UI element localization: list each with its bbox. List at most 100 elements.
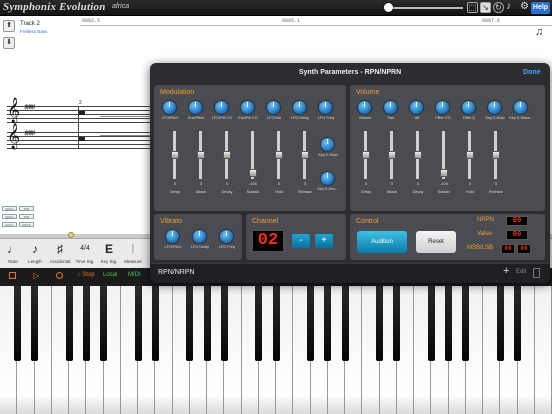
black-key[interactable]: [186, 286, 194, 361]
track-instrument[interactable]: Fretless Bass: [20, 29, 47, 34]
track-button[interactable]: TRK: [19, 206, 34, 211]
top-bar: Symphonix Evolution africa ⬚ ↘ ↻ ♪ ⚙ Hel…: [0, 0, 552, 16]
volume-slider-track[interactable]: [385, 7, 463, 9]
score-note-icon[interactable]: ♫: [535, 26, 543, 38]
record-icon[interactable]: [56, 272, 63, 279]
black-key[interactable]: [220, 286, 228, 361]
black-key[interactable]: [203, 286, 211, 361]
fader-handle[interactable]: [300, 151, 309, 159]
fader-handle[interactable]: [439, 169, 448, 177]
track-up-button[interactable]: ⬆: [3, 20, 15, 32]
lsb-display[interactable]: 00: [517, 244, 531, 254]
fader-handle[interactable]: [222, 151, 231, 159]
mute-button[interactable]: MUTE: [19, 222, 34, 227]
fader-handle[interactable]: [413, 151, 422, 159]
done-button[interactable]: Done: [523, 69, 541, 76]
fader-handle[interactable]: [196, 151, 205, 159]
knob[interactable]: [166, 230, 179, 243]
audition-button[interactable]: Audition: [357, 231, 407, 253]
solo-button[interactable]: SOLO: [2, 206, 17, 211]
knob[interactable]: [319, 101, 332, 114]
black-key[interactable]: [445, 286, 452, 361]
key-e-hold-knob[interactable]: [321, 138, 334, 151]
app-title: Symphonix Evolution: [3, 1, 106, 13]
channel-section: Channel 02 - +: [246, 214, 346, 260]
trash-icon[interactable]: [533, 268, 540, 278]
black-key[interactable]: [324, 286, 332, 361]
white-key[interactable]: [534, 286, 552, 414]
palette-measure[interactable]: 𝄀 Measure: [120, 239, 146, 269]
knob[interactable]: [514, 101, 527, 114]
black-key[interactable]: [134, 286, 142, 361]
fader-handle[interactable]: [274, 151, 283, 159]
black-key[interactable]: [31, 286, 38, 361]
black-key[interactable]: [151, 286, 159, 361]
fader-handle[interactable]: [248, 169, 257, 177]
song-title[interactable]: africa: [112, 3, 129, 10]
add-icon[interactable]: +: [503, 265, 509, 277]
black-key[interactable]: [393, 286, 401, 361]
palette-length[interactable]: ♪ Length: [22, 239, 48, 269]
export-icon[interactable]: ⬚: [467, 2, 478, 13]
stop-button[interactable]: ○ Stop: [77, 272, 95, 278]
midi-toggle[interactable]: MIDI: [128, 272, 141, 278]
black-key[interactable]: [82, 286, 90, 361]
palette-time-signature[interactable]: 4/4 Time Sig.: [72, 239, 98, 269]
play-icon[interactable]: ▷: [33, 271, 39, 280]
fader-handle[interactable]: [491, 151, 500, 159]
edit-button[interactable]: Edit: [516, 269, 526, 275]
fader-handle[interactable]: [465, 151, 474, 159]
knob[interactable]: [267, 101, 280, 114]
reset-button[interactable]: Reset: [416, 231, 456, 253]
black-key[interactable]: [65, 286, 73, 361]
channel-plus-button[interactable]: +: [315, 234, 333, 248]
palette-accidental[interactable]: ♯ Accidental: [47, 239, 73, 269]
solo-button[interactable]: SOLO: [2, 222, 17, 227]
knob[interactable]: [384, 101, 397, 114]
fader-handle[interactable]: [387, 151, 396, 159]
note-input-icon[interactable]: ↘: [480, 2, 491, 13]
black-key[interactable]: [427, 286, 435, 361]
msb-display[interactable]: 00: [501, 244, 515, 254]
knob[interactable]: [220, 230, 233, 243]
channel-minus-button[interactable]: -: [292, 234, 310, 248]
local-toggle[interactable]: Local: [103, 272, 117, 278]
black-key[interactable]: [376, 286, 383, 361]
black-key[interactable]: [255, 286, 263, 361]
knob[interactable]: [410, 101, 423, 114]
knob[interactable]: [241, 101, 254, 114]
track-button[interactable]: TRK: [19, 214, 34, 219]
help-button[interactable]: Help: [531, 2, 550, 14]
value-display[interactable]: 00: [506, 230, 528, 240]
solo-button[interactable]: SOLO: [2, 214, 17, 219]
black-key[interactable]: [341, 286, 349, 361]
black-key[interactable]: [307, 286, 314, 361]
note-cluster[interactable]: [100, 116, 150, 136]
knob[interactable]: [293, 101, 306, 114]
knob[interactable]: [488, 101, 501, 114]
track-down-button[interactable]: ⬇: [3, 37, 15, 49]
knob[interactable]: [215, 101, 228, 114]
knob[interactable]: [193, 230, 206, 243]
piano-keyboard[interactable]: [0, 286, 552, 414]
nrpn-display[interactable]: 00: [506, 216, 528, 226]
black-key[interactable]: [100, 286, 107, 361]
fader-handle[interactable]: [361, 151, 370, 159]
knob[interactable]: [189, 101, 202, 114]
black-key[interactable]: [13, 286, 21, 361]
key-e-decay-knob[interactable]: [321, 172, 334, 185]
gear-icon[interactable]: ⚙: [519, 2, 530, 13]
stop-square-icon[interactable]: [9, 272, 16, 279]
keyboard-icon[interactable]: [503, 2, 517, 13]
knob[interactable]: [462, 101, 475, 114]
black-key[interactable]: [462, 286, 470, 361]
black-key[interactable]: [272, 286, 280, 361]
knob[interactable]: [358, 101, 371, 114]
black-key[interactable]: [514, 286, 521, 361]
fader-handle[interactable]: [170, 151, 179, 159]
volume-slider-knob[interactable]: [384, 3, 393, 12]
knob[interactable]: [436, 101, 449, 114]
knob[interactable]: [163, 101, 176, 114]
palette-key-signature[interactable]: E Key Sig.: [96, 239, 122, 269]
black-key[interactable]: [496, 286, 504, 361]
